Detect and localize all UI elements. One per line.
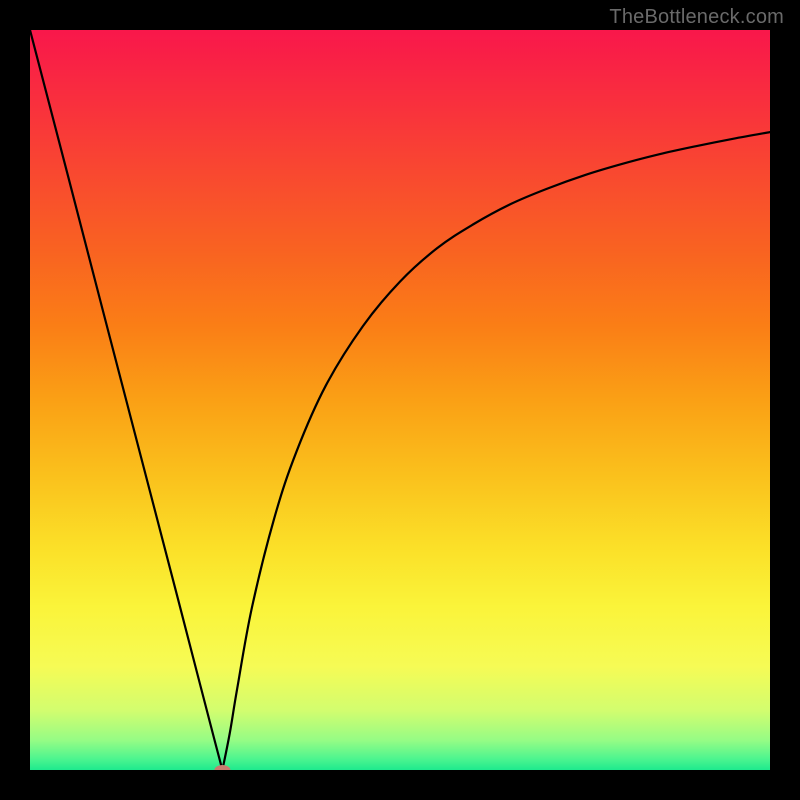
curve-layer bbox=[30, 30, 770, 770]
curve-left-branch bbox=[30, 30, 222, 770]
chart-frame: TheBottleneck.com bbox=[0, 0, 800, 800]
watermark-text: TheBottleneck.com bbox=[609, 6, 784, 29]
curve-right-branch bbox=[222, 132, 770, 770]
minimum-marker bbox=[214, 765, 230, 770]
plot-area bbox=[30, 30, 770, 770]
